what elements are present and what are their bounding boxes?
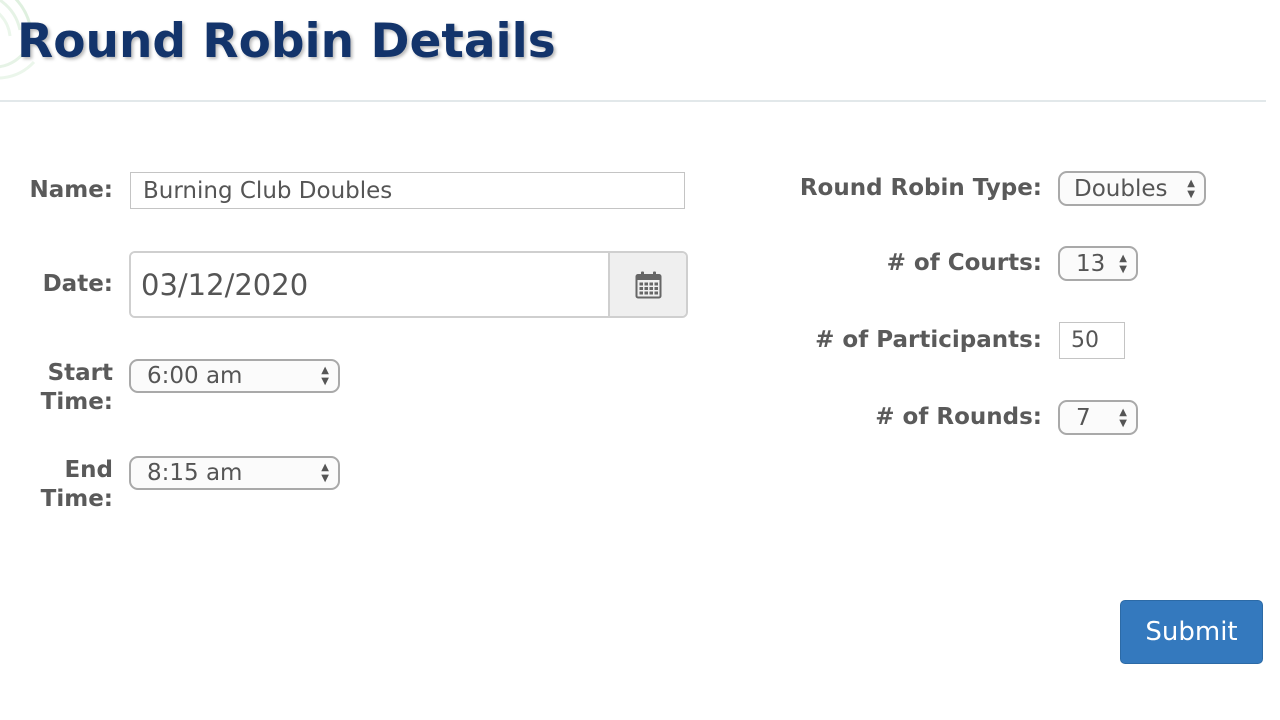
start-time-value: 6:00 am: [147, 363, 243, 389]
select-arrows-icon: ▲ ▼: [321, 462, 329, 484]
round-robin-details-page: Round Robin Details Name: Burning Club D…: [0, 0, 1280, 720]
rounds-select[interactable]: 7 ▲ ▼: [1058, 400, 1138, 435]
courts-label: # of Courts:: [886, 250, 1042, 276]
calendar-button[interactable]: [608, 253, 686, 316]
start-time-label-line1: Start: [47, 360, 113, 386]
start-time-select[interactable]: 6:00 am ▲ ▼: [129, 359, 340, 393]
name-field[interactable]: Burning Club Doubles: [130, 172, 685, 209]
participants-label: # of Participants:: [815, 327, 1042, 353]
rounds-value: 7: [1076, 404, 1091, 431]
courts-value: 13: [1076, 250, 1106, 277]
select-arrows-icon: ▲ ▼: [1119, 252, 1127, 275]
end-time-label-line1: End: [64, 457, 113, 483]
calendar-icon: [635, 271, 661, 298]
title-divider: [0, 100, 1266, 102]
end-time-label-line2: Time:: [40, 486, 113, 512]
select-arrows-icon: ▲ ▼: [1187, 177, 1195, 200]
page-title: Round Robin Details: [17, 14, 556, 69]
participants-field[interactable]: 50: [1059, 322, 1125, 359]
end-time-value: 8:15 am: [147, 460, 243, 486]
end-time-select[interactable]: 8:15 am ▲ ▼: [129, 456, 340, 490]
date-label: Date:: [42, 271, 113, 297]
round-robin-type-value: Doubles: [1074, 175, 1168, 202]
start-time-label-line2: Time:: [40, 389, 113, 415]
start-time-label: Start Time:: [41, 359, 113, 417]
rounds-label: # of Rounds:: [875, 404, 1042, 430]
courts-select[interactable]: 13 ▲ ▼: [1058, 246, 1138, 281]
name-label: Name:: [29, 177, 113, 203]
end-time-label: End Time:: [41, 456, 113, 514]
select-arrows-icon: ▲ ▼: [321, 365, 329, 387]
select-arrows-icon: ▲ ▼: [1119, 406, 1127, 429]
round-robin-type-label: Round Robin Type:: [799, 175, 1042, 201]
date-field[interactable]: 03/12/2020: [131, 253, 608, 316]
round-robin-type-select[interactable]: Doubles ▲ ▼: [1058, 171, 1206, 206]
submit-button[interactable]: Submit: [1120, 600, 1263, 664]
date-picker: 03/12/2020: [129, 251, 688, 318]
